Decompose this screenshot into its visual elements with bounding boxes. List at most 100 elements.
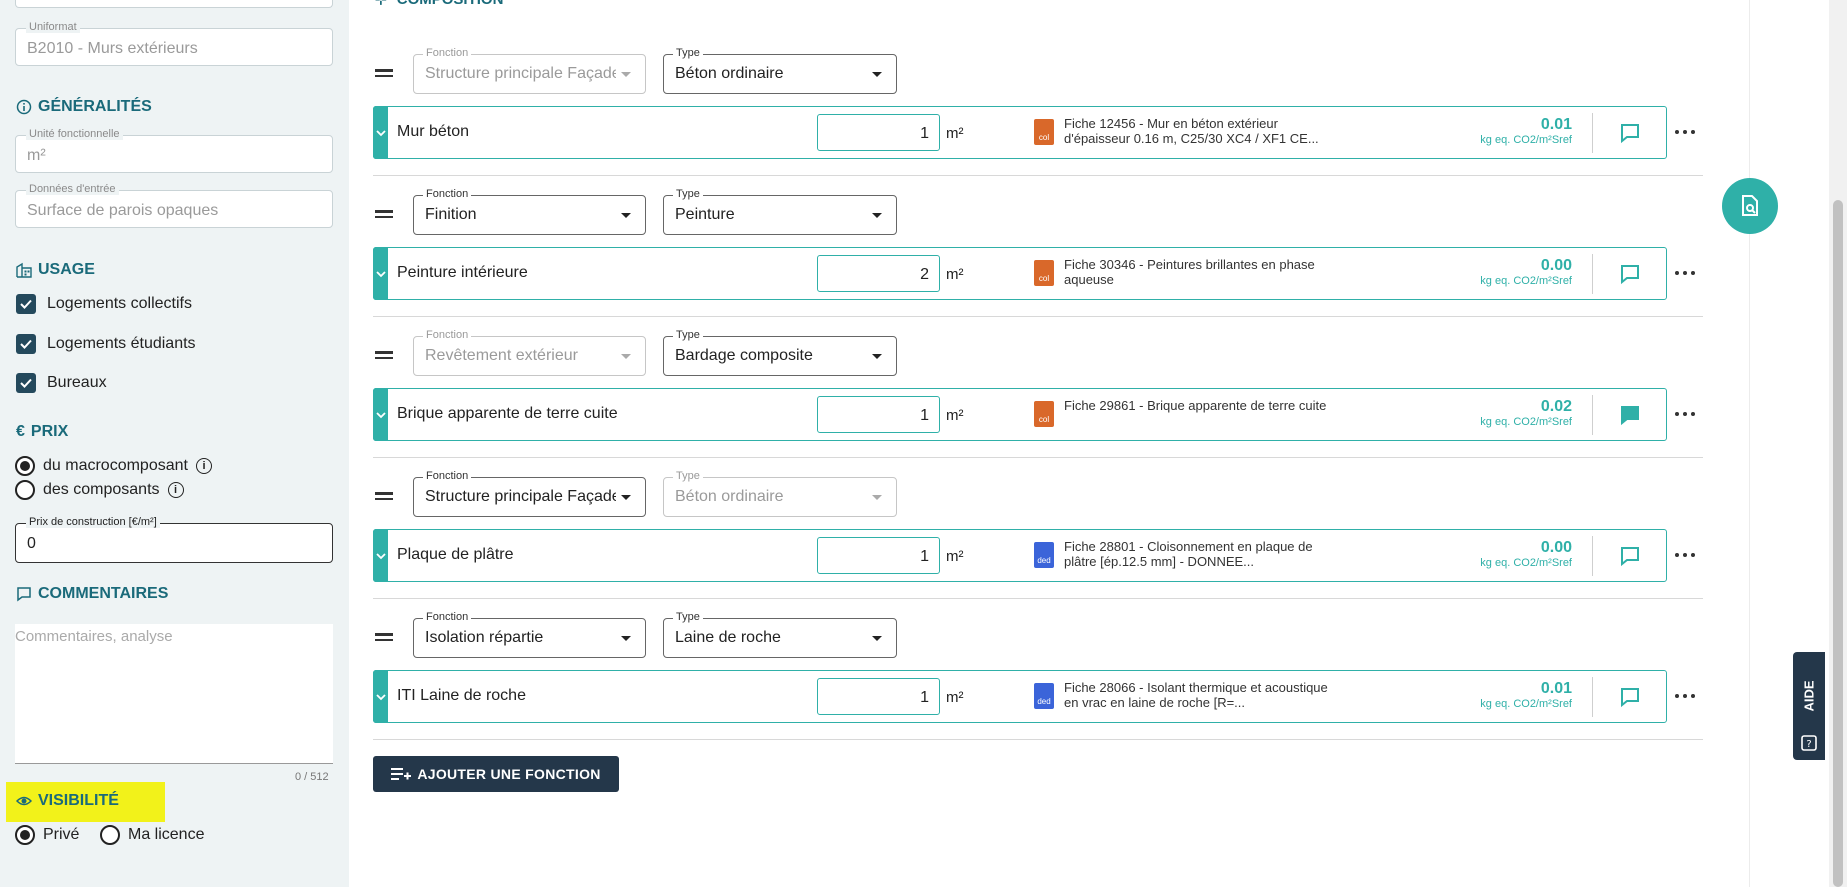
component-name: Brique apparente de terre cuite (397, 405, 618, 422)
sidebar: Uniformat B2010 - Murs extérieurs GÉNÉRA… (0, 0, 349, 887)
type-select[interactable]: Type Peinture (663, 188, 897, 235)
drag-handle-icon[interactable] (375, 210, 393, 220)
help-label: AIDE (1801, 680, 1817, 712)
fiche-link[interactable]: Fiche 29861 - Brique apparente de terre … (1064, 398, 1344, 413)
type-select[interactable]: Type Bardage composite (663, 329, 897, 376)
fonction-select[interactable]: Fonction Structure principale Façade (413, 470, 646, 517)
composition-label: COMPOSITION (397, 0, 504, 8)
expand-toggle[interactable] (373, 670, 388, 723)
fonction-select[interactable]: Fonction Isolation répartie (413, 611, 646, 658)
visibilite-option-ma-licence[interactable]: Ma licence (100, 825, 204, 845)
uniformat-label: Uniformat (26, 21, 80, 33)
type-select[interactable]: Type Béton ordinaire (663, 470, 897, 517)
expand-toggle[interactable] (373, 529, 388, 582)
more-icon[interactable] (1675, 130, 1695, 136)
drag-handle-icon[interactable] (375, 351, 393, 361)
comment-icon[interactable] (1619, 122, 1641, 144)
fonction-select[interactable]: Fonction Structure principale Façade (413, 47, 646, 94)
type-select-value: Béton ordinaire (675, 488, 784, 505)
comment-filled-icon[interactable] (1619, 404, 1641, 426)
prix-option-composants[interactable]: des composants i (15, 480, 184, 500)
unite-fonctionnelle-field[interactable]: Unité fonctionnelle m² (15, 128, 333, 173)
radio-selected-icon[interactable] (15, 456, 35, 476)
quantity-input[interactable]: 1 (817, 396, 940, 433)
prix-option-label: des composants (43, 481, 160, 498)
drag-handle-icon[interactable] (375, 69, 393, 79)
add-function-button[interactable]: AJOUTER UNE FONCTION (373, 756, 619, 792)
info-icon[interactable]: i (167, 482, 184, 498)
fiche-link[interactable]: Fiche 30346 - Peintures brillantes en ph… (1064, 257, 1344, 287)
composition-title: ⊹ COMPOSITION (375, 0, 503, 8)
fonction-select[interactable]: Fonction Revêtement extérieur (413, 329, 646, 376)
more-icon[interactable] (1675, 412, 1695, 418)
usage-item-logements-collectifs[interactable]: Logements collectifs (16, 294, 192, 314)
radio-unselected-icon[interactable] (100, 825, 120, 845)
chevron-down-icon (872, 495, 882, 500)
comment-icon (17, 587, 31, 602)
component-card: Plaque de plâtre 1 m² ded Fiche 28801 - … (373, 529, 1667, 582)
checkbox-checked-icon[interactable] (16, 294, 36, 314)
more-icon[interactable] (1675, 271, 1695, 277)
quantity-input[interactable]: 1 (817, 678, 940, 715)
quantity-unit: m² (946, 266, 964, 283)
more-icon[interactable] (1675, 694, 1695, 700)
usage-item-bureaux[interactable]: Bureaux (16, 373, 107, 393)
checkbox-checked-icon[interactable] (16, 373, 36, 393)
quantity-unit: m² (946, 548, 964, 565)
prix-construction-label: Prix de construction [€/m²] (26, 516, 160, 528)
expand-toggle[interactable] (373, 247, 388, 300)
type-select[interactable]: Type Laine de roche (663, 611, 897, 658)
donnees-entree-field[interactable]: Données d'entrée Surface de parois opaqu… (15, 183, 333, 228)
chevron-down-icon (621, 213, 631, 218)
document-search-button[interactable] (1722, 178, 1778, 234)
expand-toggle[interactable] (373, 388, 388, 441)
previous-field[interactable] (15, 0, 333, 8)
quantity-unit: m² (946, 407, 964, 424)
fiche-link[interactable]: Fiche 28801 - Cloisonnement en plaque de… (1064, 539, 1344, 569)
info-icon[interactable]: i (195, 458, 212, 474)
chevron-down-icon (872, 72, 882, 77)
quantity-input[interactable]: 1 (817, 114, 940, 151)
fonction-select-label: Fonction (423, 188, 472, 200)
type-select[interactable]: Type Béton ordinaire (663, 47, 897, 94)
fonction-select-label: Fonction (423, 329, 472, 341)
prix-construction-field[interactable]: Prix de construction [€/m²] 0 (15, 516, 333, 563)
drag-handle-icon[interactable] (375, 492, 393, 502)
uniformat-field[interactable]: Uniformat B2010 - Murs extérieurs (15, 21, 333, 66)
quantity-input[interactable]: 2 (817, 255, 940, 292)
eye-icon (16, 796, 32, 806)
visibilite-option-prive[interactable]: Privé (15, 825, 79, 845)
usage-item-logements-etudiants[interactable]: Logements étudiants (16, 334, 196, 354)
help-tab[interactable]: AIDE ? (1793, 652, 1825, 760)
component-card: Mur béton 1 m² col Fiche 12456 - Mur en … (373, 106, 1667, 159)
expand-toggle[interactable] (373, 106, 388, 159)
quantity-input[interactable]: 1 (817, 537, 940, 574)
comment-icon[interactable] (1619, 545, 1641, 567)
commentaires-textarea[interactable]: Commentaires, analyse (15, 624, 333, 764)
impact-value: 0.00 kg eq. CO2/m²Sref (1480, 257, 1572, 287)
scrollbar-thumb[interactable] (1833, 200, 1843, 887)
prix-label: PRIX (30, 423, 69, 440)
more-icon[interactable] (1675, 553, 1695, 559)
type-select-label: Type (673, 470, 703, 482)
building-icon (16, 262, 32, 278)
type-select-value: Bardage composite (675, 347, 813, 364)
type-select-value: Peinture (675, 206, 735, 223)
fonction-select[interactable]: Fonction Finition (413, 188, 646, 235)
playlist-add-icon (391, 768, 412, 780)
donnees-label: Données d'entrée (26, 183, 119, 195)
drag-handle-icon[interactable] (375, 633, 393, 643)
scrollbar[interactable] (1829, 0, 1847, 887)
radio-unselected-icon[interactable] (15, 480, 35, 500)
fonction-select-value: Finition (425, 206, 477, 223)
fiche-link[interactable]: Fiche 28066 - Isolant thermique et acous… (1064, 680, 1344, 710)
fiche-link[interactable]: Fiche 12456 - Mur en béton extérieur d'é… (1064, 116, 1344, 146)
fiche-col-icon: col (1034, 119, 1054, 145)
prix-option-label: du macrocomposant (43, 457, 188, 474)
comment-icon[interactable] (1619, 686, 1641, 708)
prix-option-macrocomposant[interactable]: du macrocomposant i (15, 456, 212, 476)
comment-icon[interactable] (1619, 263, 1641, 285)
radio-selected-icon[interactable] (15, 825, 35, 845)
commentaires-placeholder: Commentaires, analyse (15, 628, 173, 645)
checkbox-checked-icon[interactable] (16, 334, 36, 354)
